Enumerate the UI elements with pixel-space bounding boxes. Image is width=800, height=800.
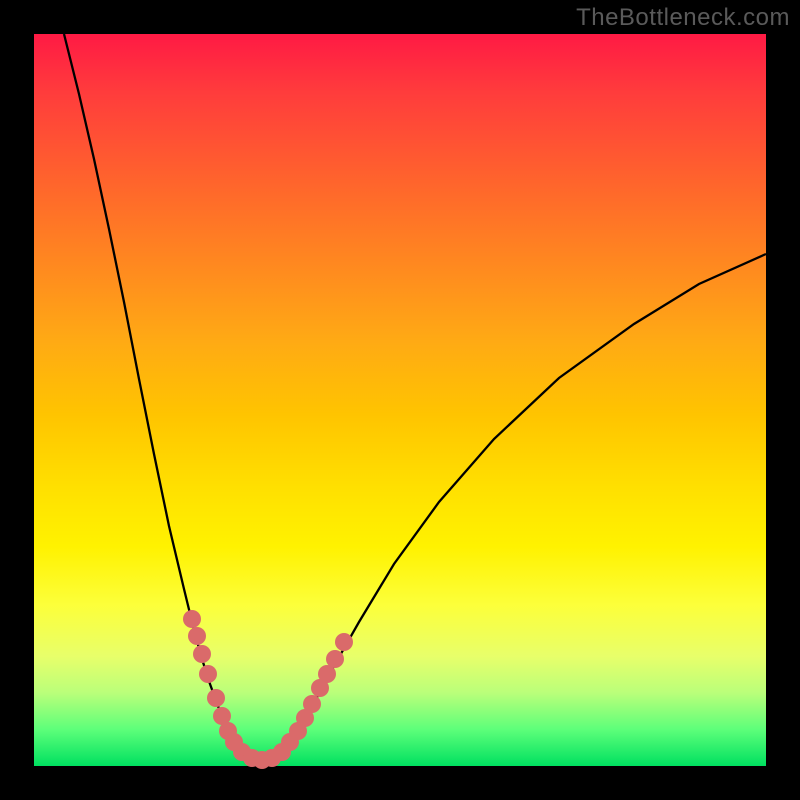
highlight-dot <box>303 695 321 713</box>
highlight-dot <box>207 689 225 707</box>
highlight-dot <box>188 627 206 645</box>
highlight-dot <box>193 645 211 663</box>
chart-overlay <box>34 34 766 766</box>
highlight-dot <box>326 650 344 668</box>
highlight-dot <box>335 633 353 651</box>
highlight-dots-group <box>183 610 353 769</box>
bottleneck-curve <box>64 34 766 760</box>
highlight-dot <box>199 665 217 683</box>
watermark-text: TheBottleneck.com <box>576 4 790 32</box>
highlight-dot <box>183 610 201 628</box>
chart-container: TheBottleneck.com <box>0 0 800 800</box>
